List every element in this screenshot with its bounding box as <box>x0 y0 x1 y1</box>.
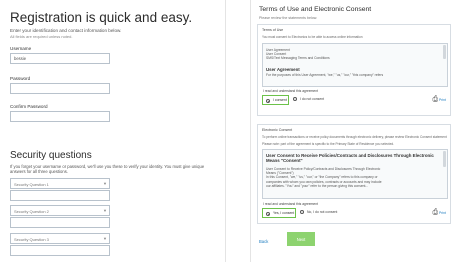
printer-icon: ⎙ <box>432 209 439 216</box>
radio-icon <box>293 97 297 102</box>
security-question-2-select[interactable]: Security Question 2 ▼ <box>10 205 110 216</box>
electronic-consent-row: Yes, I consent No, I do not consent ⎙ Pr… <box>262 208 448 218</box>
password-label: Password <box>10 76 31 81</box>
no-i-do-not-consent-label: No, I do not consent <box>306 210 338 214</box>
security-questions-title: Security questions <box>10 150 92 161</box>
terms-of-use-consent-row: I consent I do not consent ⎙ Print <box>262 95 448 105</box>
radio-icon <box>266 99 270 103</box>
registration-title: Registration is quick and easy. <box>10 10 193 25</box>
confirm-password-input[interactable] <box>10 111 110 122</box>
electronic-consent-confirm: I read and understand this agreement <box>263 202 318 206</box>
doc-body: For the purposes of this User Agreement,… <box>266 72 384 77</box>
back-link[interactable]: Back <box>259 239 268 244</box>
terms-of-use-heading: Terms of Use <box>262 28 284 32</box>
security-questions-note: If you forget your username or password,… <box>10 164 205 175</box>
security-answer-1-input[interactable] <box>10 190 110 201</box>
scrollbar[interactable] <box>443 45 446 59</box>
scrollbar[interactable] <box>443 151 446 167</box>
terms-of-use-note: You must consent to Electronics to be ab… <box>262 35 363 39</box>
i-do-not-consent-option[interactable]: I do not consent <box>293 97 325 102</box>
confirm-password-label: Confirm Password <box>10 104 48 109</box>
electronic-consent-note: To perform online transactions or receiv… <box>262 135 447 139</box>
electronic-consent-heading: Electronic Consent <box>262 128 293 132</box>
chevron-down-icon: ▼ <box>103 208 107 213</box>
terms-title: Terms of Use and Electronic Consent <box>259 6 372 13</box>
doc-body: our affiliates. "You" and "your" refer t… <box>266 183 369 188</box>
terms-of-use-document[interactable]: User Agreement User Consent SMS/Text Mes… <box>262 43 448 87</box>
electronic-consent-section: Electronic Consent To perform online tra… <box>257 124 451 224</box>
password-input[interactable] <box>10 83 110 94</box>
i-consent-label: I consent <box>273 98 287 102</box>
radio-icon <box>300 210 304 215</box>
security-question-2-label: Security Question 2 <box>14 209 49 214</box>
security-answer-2-input[interactable] <box>10 217 110 228</box>
chevron-down-icon: ▼ <box>103 236 107 241</box>
username-input[interactable] <box>10 53 110 64</box>
printer-icon: ⎙ <box>432 96 439 103</box>
i-consent-option[interactable]: I consent <box>262 95 289 105</box>
print-label: Print <box>439 97 446 102</box>
print-link[interactable]: ⎙ Print <box>432 209 446 217</box>
registration-subtitle: Enter your identification and contact in… <box>10 28 122 33</box>
yes-i-consent-option[interactable]: Yes, I consent <box>262 208 296 218</box>
terms-panel: Terms of Use and Electronic Consent Plea… <box>250 0 457 262</box>
terms-of-use-confirm: I read and understand this agreement <box>263 89 318 93</box>
security-question-1-select[interactable]: Security Question 1 ▼ <box>10 178 110 189</box>
security-question-3-label: Security Question 3 <box>14 237 49 242</box>
electronic-consent-state-note: Please note: part of the agreement is sp… <box>262 142 394 146</box>
chevron-down-icon: ▼ <box>103 181 107 186</box>
no-i-do-not-consent-option[interactable]: No, I do not consent <box>300 210 338 215</box>
registration-panel: Registration is quick and easy. Enter yo… <box>0 0 226 262</box>
security-answer-3-input[interactable] <box>10 245 110 256</box>
i-do-not-consent-label: I do not consent <box>299 97 325 101</box>
radio-icon <box>266 212 270 216</box>
username-label: Username <box>10 46 32 51</box>
doc-heading: User Consent to Receive Policies/Contrac… <box>266 153 434 163</box>
yes-i-consent-label: Yes, I consent <box>273 211 295 215</box>
security-question-3-select[interactable]: Security Question 3 ▼ <box>10 233 110 244</box>
required-note: All fields are required unless noted. <box>10 34 73 39</box>
security-question-1-label: Security Question 1 <box>14 182 49 187</box>
electronic-consent-document[interactable]: User Consent to Receive Policies/Contrac… <box>262 149 448 199</box>
terms-subtitle: Please review the statements below. <box>259 16 318 20</box>
terms-of-use-section: Terms of Use You must consent to Electro… <box>257 24 451 116</box>
print-label: Print <box>439 210 446 215</box>
print-link[interactable]: ⎙ Print <box>432 96 446 104</box>
next-button[interactable]: Next <box>287 232 315 246</box>
